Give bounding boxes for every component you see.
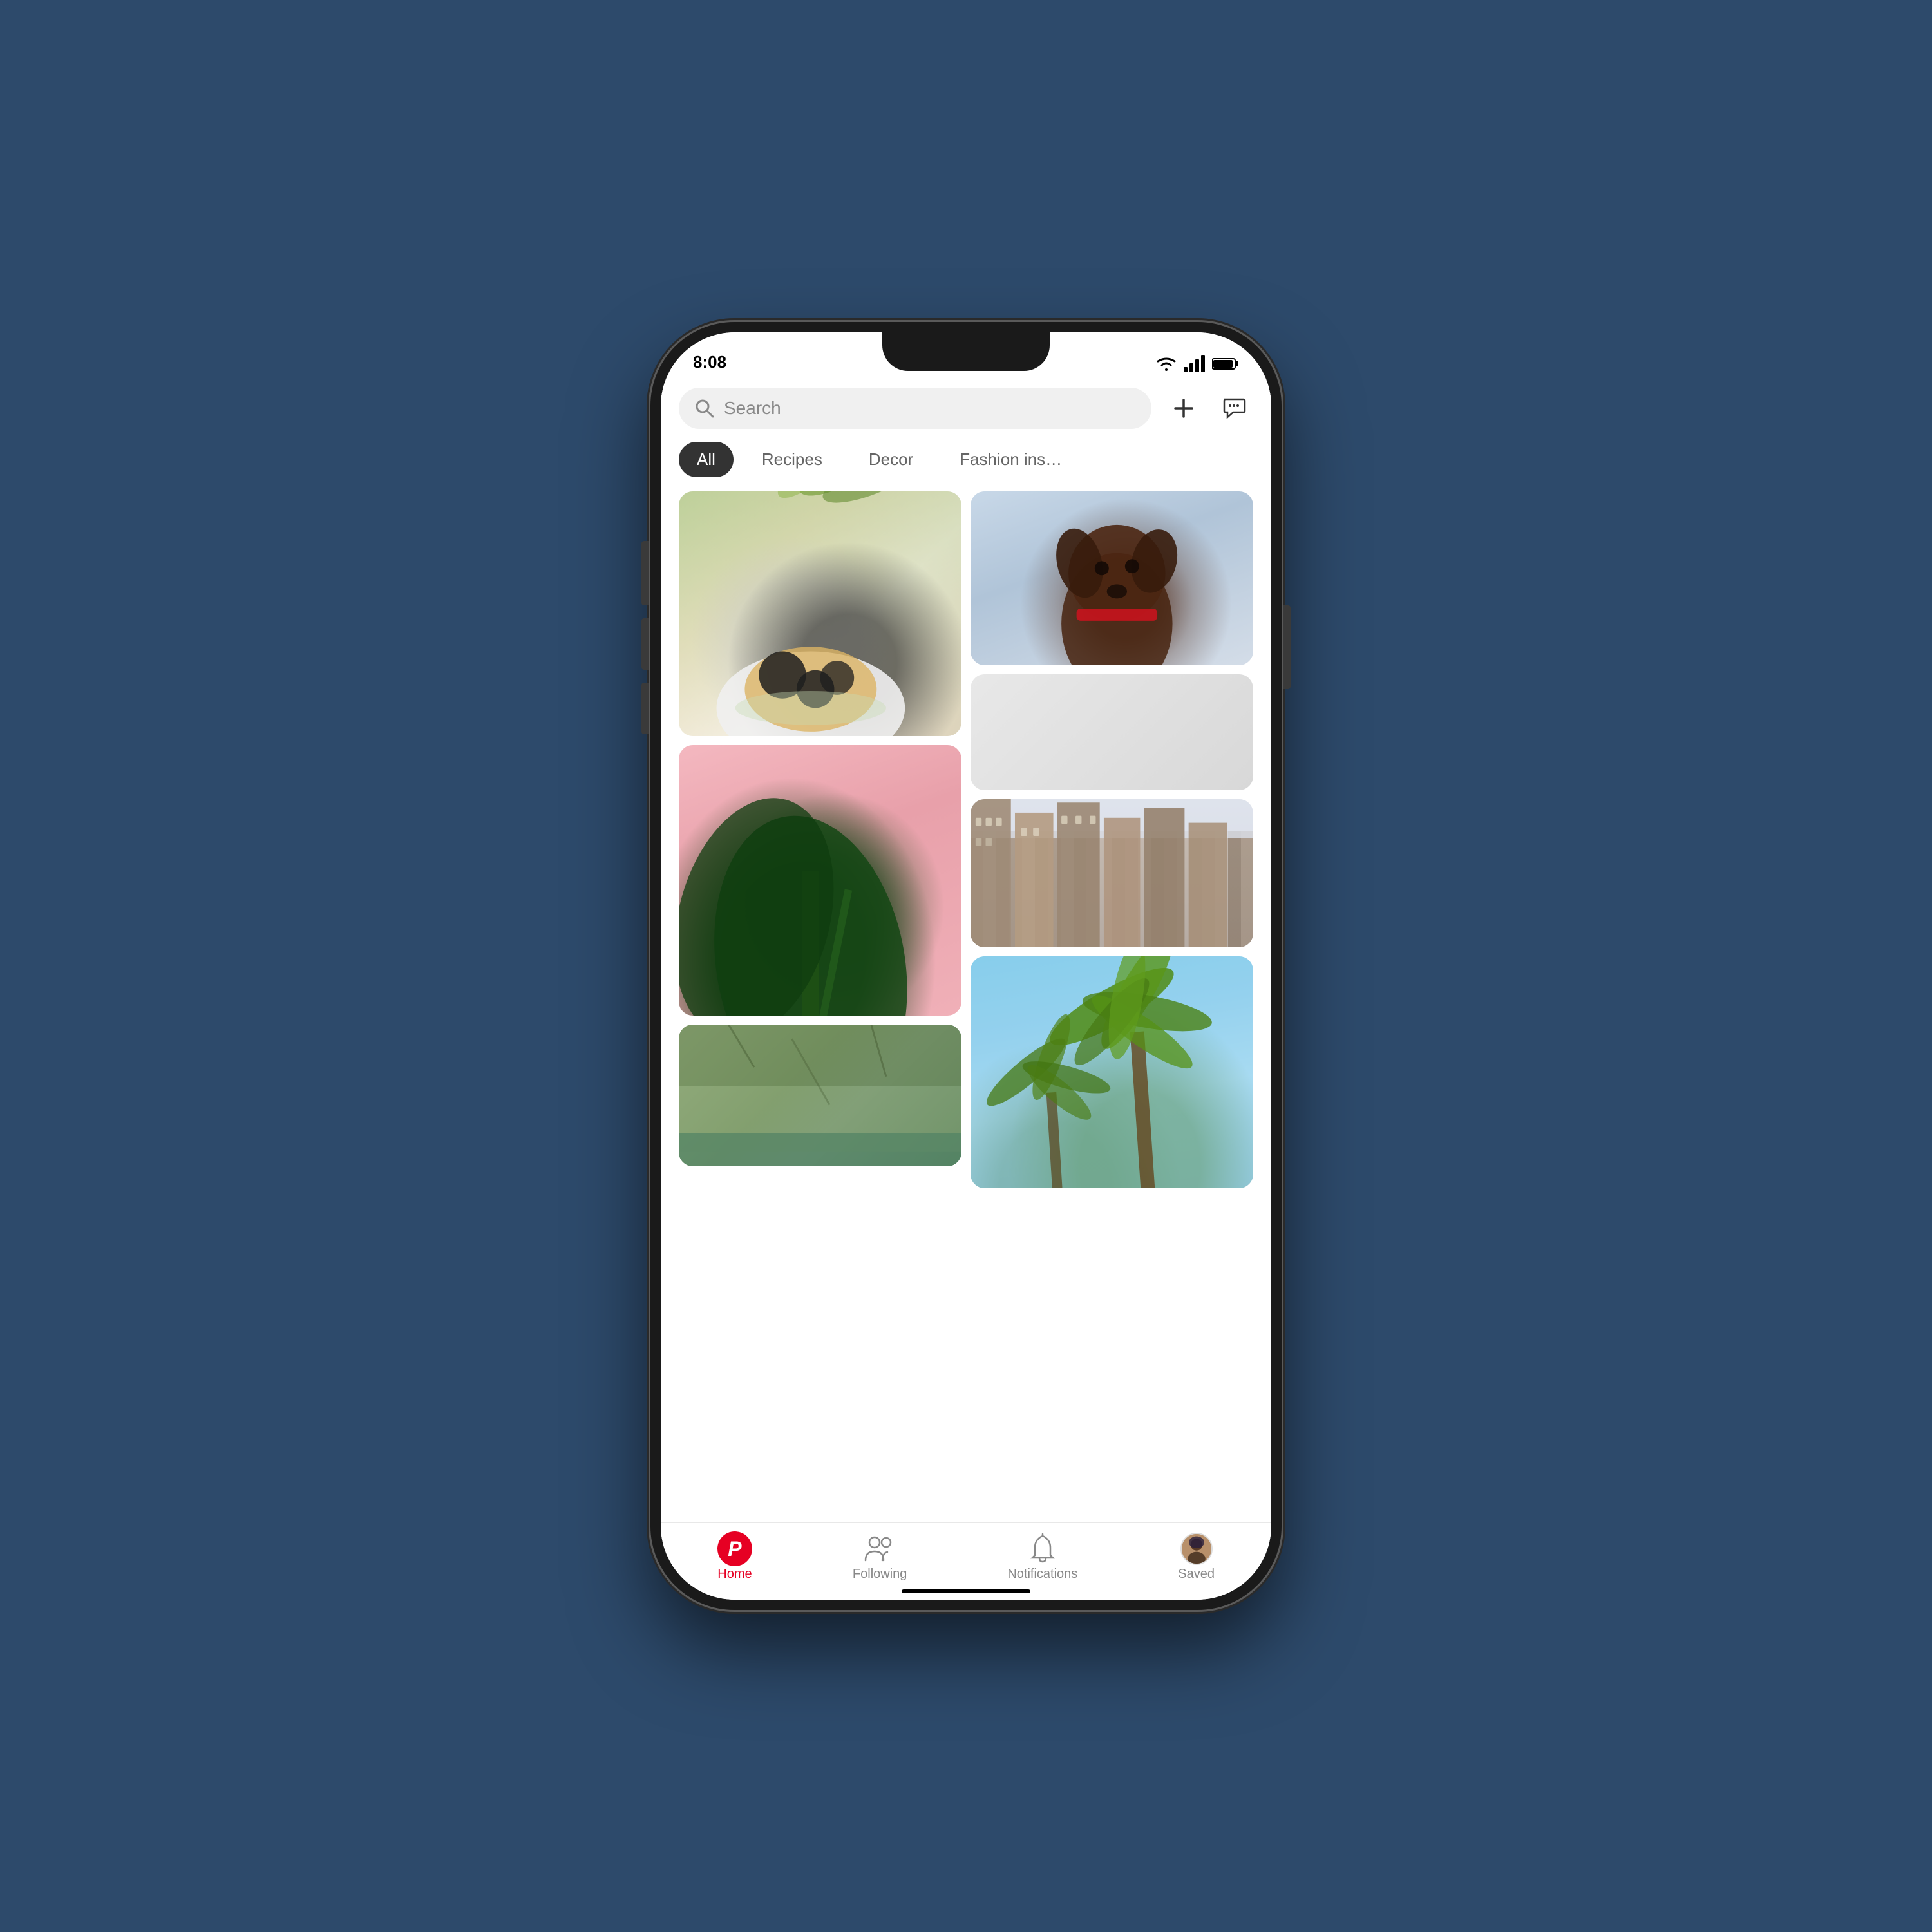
- tab-all[interactable]: All: [679, 442, 734, 477]
- following-icon-container: [862, 1535, 897, 1563]
- signal-icon: [1184, 355, 1206, 372]
- search-bar[interactable]: Search: [679, 388, 1151, 429]
- power-button[interactable]: [1283, 605, 1291, 689]
- home-icon-container: P: [717, 1535, 752, 1563]
- status-time: 8:08: [693, 352, 726, 372]
- pin-beach[interactable]: [679, 1025, 961, 1166]
- messages-button[interactable]: [1215, 389, 1253, 428]
- pin-buildings[interactable]: [971, 799, 1253, 947]
- pin-palms[interactable]: [971, 956, 1253, 1188]
- palms-image: [971, 956, 1253, 1188]
- following-icon: [863, 1535, 896, 1563]
- filter-tabs: All Recipes Decor Fashion ins…: [661, 435, 1271, 486]
- search-icon: [694, 398, 715, 419]
- phone-mockup: 8:08: [650, 322, 1282, 1610]
- pinterest-icon: P: [717, 1531, 752, 1566]
- phone-screen: 8:08: [661, 332, 1271, 1600]
- status-icons: [1155, 355, 1239, 372]
- beach-image: [679, 1025, 961, 1166]
- notch: [882, 332, 1050, 371]
- tab-recipes[interactable]: Recipes: [744, 442, 840, 477]
- notifications-icon-container: [1025, 1535, 1060, 1563]
- notifications-label: Notifications: [1007, 1567, 1077, 1582]
- nav-home[interactable]: P Home: [705, 1530, 765, 1587]
- grey-image: [971, 674, 1253, 790]
- tab-fashion[interactable]: Fashion ins…: [942, 442, 1080, 477]
- buildings-image: [971, 799, 1253, 947]
- food-image: [679, 491, 961, 736]
- search-placeholder: Search: [724, 398, 781, 419]
- screen-content: Search: [661, 377, 1271, 1522]
- pin-grid: [661, 486, 1271, 1193]
- volume-down-button[interactable]: [641, 683, 649, 734]
- volume-up-button[interactable]: [641, 618, 649, 670]
- pin-grey[interactable]: [971, 674, 1253, 790]
- avatar: [1180, 1533, 1213, 1565]
- pin-dog[interactable]: [971, 491, 1253, 665]
- left-column: [679, 491, 961, 1188]
- pin-plant[interactable]: [679, 745, 961, 1016]
- nav-following[interactable]: Following: [840, 1530, 920, 1587]
- dog-image: [971, 491, 1253, 665]
- bottom-nav: P Home Following: [661, 1522, 1271, 1600]
- search-bar-container: Search: [661, 377, 1271, 435]
- tab-decor[interactable]: Decor: [851, 442, 931, 477]
- home-indicator[interactable]: [902, 1589, 1030, 1593]
- plus-icon: [1173, 397, 1195, 419]
- add-button[interactable]: [1164, 389, 1203, 428]
- wifi-icon: [1155, 355, 1177, 372]
- bell-icon: [1028, 1533, 1057, 1564]
- saved-icon-container: [1179, 1535, 1214, 1563]
- right-column: [971, 491, 1253, 1188]
- home-label: Home: [717, 1567, 752, 1582]
- pin-food[interactable]: [679, 491, 961, 736]
- nav-notifications[interactable]: Notifications: [994, 1530, 1090, 1587]
- following-label: Following: [853, 1567, 907, 1582]
- plant-image: [679, 745, 961, 1016]
- messages-icon: [1222, 397, 1246, 420]
- saved-label: Saved: [1178, 1567, 1215, 1582]
- header-actions: [1164, 389, 1253, 428]
- battery-icon: [1212, 357, 1239, 371]
- nav-saved[interactable]: Saved: [1165, 1530, 1227, 1587]
